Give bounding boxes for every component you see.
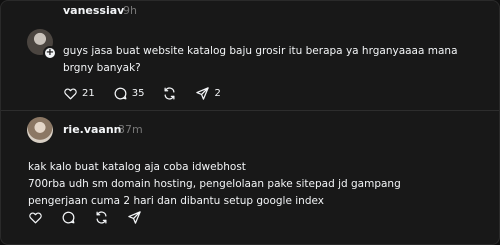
heart-icon	[29, 212, 42, 223]
post-text: guys jasa buat website katalog baju gros…	[63, 45, 458, 74]
post-rie-vaann[interactable]: rie.vaann 37m kak kalo buat katalog aja …	[1, 111, 499, 244]
post-timestamp: 37m	[118, 123, 143, 136]
post-username[interactable]: vanessiav	[63, 4, 124, 17]
post-vanessiav[interactable]: + vanessiav 9h guys jasa buat website ka…	[1, 1, 499, 111]
post-actions: 21 35 2	[63, 84, 239, 102]
avatar[interactable]	[27, 117, 53, 143]
comment-icon	[114, 87, 127, 99]
comment-icon	[62, 211, 75, 223]
repost-button[interactable]	[162, 86, 177, 101]
plus-icon[interactable]: +	[43, 46, 57, 60]
like-button[interactable]: 21	[63, 86, 95, 101]
post-username[interactable]: rie.vaann	[63, 123, 122, 136]
post-text: kak kalo buat katalog aja coba idwebhost…	[28, 161, 401, 207]
thread-card: + vanessiav 9h guys jasa buat website ka…	[0, 0, 500, 245]
comment-count: 35	[131, 87, 145, 99]
comment-button[interactable]: 35	[113, 86, 145, 101]
post-actions	[28, 208, 160, 226]
post-timestamp: 9h	[123, 4, 137, 17]
share-icon	[196, 86, 210, 100]
repost-icon	[164, 86, 175, 100]
repost-icon	[96, 210, 107, 224]
comment-button[interactable]	[61, 210, 76, 225]
share-count: 2	[214, 87, 221, 99]
repost-button[interactable]	[94, 210, 109, 225]
like-count: 21	[82, 87, 95, 99]
heart-icon	[64, 88, 77, 99]
share-button[interactable]: 2	[195, 86, 221, 101]
share-icon	[128, 210, 141, 224]
share-button[interactable]	[127, 210, 142, 225]
like-button[interactable]	[28, 210, 43, 225]
